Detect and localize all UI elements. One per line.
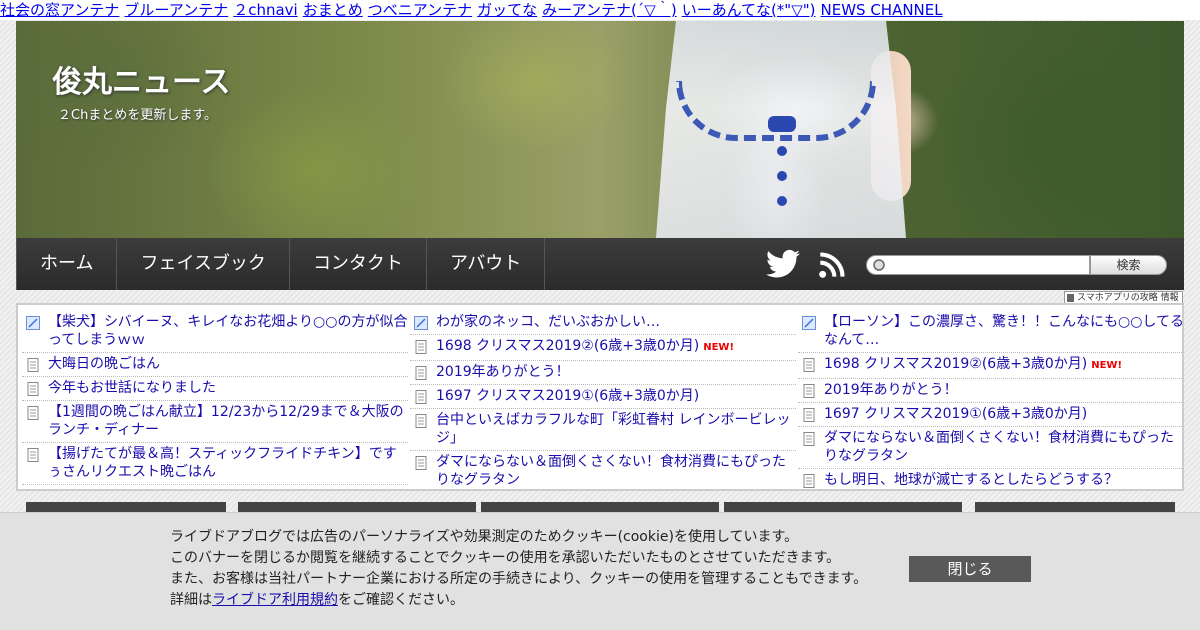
main-nav: ホーム フェイスブック コンタクト アバウト 検索 bbox=[16, 238, 1184, 290]
feed-item[interactable]: 台中といえばカラフルな町「彩虹眷村 レインボービレッジ」 bbox=[410, 409, 796, 451]
cookie-line: また、お客様は当社パートナー企業における所定の手続きにより、クッキーの使用を管理… bbox=[170, 571, 868, 587]
cookie-details-prefix: 詳細は bbox=[170, 592, 212, 608]
feed-item-title: もし明日、地球が滅亡するとしたらどうする？ bbox=[824, 472, 1118, 488]
antenna-link[interactable]: おまとめ bbox=[303, 1, 363, 19]
feed-item-title: わが家のネッコ、だいぶおかしい… bbox=[436, 314, 660, 330]
thumbnail[interactable] bbox=[724, 502, 962, 512]
antenna-link[interactable]: ブルーアンテナ bbox=[124, 1, 228, 19]
header-photo-collar bbox=[676, 81, 876, 141]
thumbnail-strip bbox=[0, 502, 1200, 512]
doc-icon bbox=[26, 382, 40, 396]
search-input[interactable] bbox=[866, 255, 1090, 275]
doc-icon bbox=[802, 408, 816, 422]
feed-item[interactable]: 今年もお世話になりました bbox=[22, 377, 408, 401]
cookie-details-suffix: をご確認ください。 bbox=[338, 592, 464, 608]
feed-item-title: 1697 クリスマス2019①(6歳+3歳0か月) bbox=[824, 406, 1088, 422]
thumbnail[interactable] bbox=[481, 502, 719, 512]
antenna-link[interactable]: ２chnavi bbox=[233, 1, 298, 19]
thumbnail[interactable] bbox=[975, 502, 1175, 512]
doc-icon bbox=[414, 414, 428, 428]
doc-icon bbox=[414, 340, 428, 354]
feed-item[interactable]: もし明日、地球が滅亡するとしたらどうする？ bbox=[798, 469, 1182, 489]
feed-item-title: 【1週間の晩ごはん献立】12/23から12/29まで＆大阪のランチ・ディナー bbox=[48, 404, 404, 438]
feed-item-title: 台中といえばカラフルな町「彩虹眷村 レインボービレッジ」 bbox=[436, 412, 791, 446]
feed-item-title: 【揚げたてが最＆高！スティックフライドチキン】ですぅさんリクエスト晩ごはん bbox=[48, 446, 397, 480]
feed-item-title: 2019年ありがとう！ bbox=[436, 364, 570, 380]
doc-icon bbox=[26, 448, 40, 462]
search-button[interactable]: 検索 bbox=[1090, 255, 1167, 275]
feather-icon bbox=[414, 316, 428, 330]
doc-icon bbox=[414, 456, 428, 470]
antenna-link[interactable]: いーあんてな(*"▽") bbox=[682, 1, 816, 19]
antenna-link[interactable]: 社会の窓アンテナ bbox=[0, 1, 119, 19]
feed-item[interactable]: 1698 クリスマス2019②(6歳+3歳0か月) NEW! bbox=[410, 335, 796, 361]
doc-icon bbox=[26, 358, 40, 372]
cookie-line: ライブドアブログでは広告のパーソナライズや効果測定のためクッキー(cookie)… bbox=[170, 529, 799, 545]
cookie-line: 詳細はライブドア利用規約をご確認ください。 bbox=[170, 590, 867, 611]
feed-item-title: 2019年ありがとう！ bbox=[824, 382, 958, 398]
nav-item-facebook[interactable]: フェイスブック bbox=[117, 238, 290, 290]
feed-item[interactable]: 大晦日の晩ごはん bbox=[22, 353, 408, 377]
feather-icon bbox=[26, 316, 40, 330]
feed-item-title: 【ローソン】この濃厚さ、驚き！！こんなにも○○してるなんて… bbox=[824, 314, 1184, 348]
twitter-icon[interactable] bbox=[766, 249, 800, 279]
thumbnail[interactable] bbox=[238, 502, 476, 512]
feed-item[interactable]: 2019年ありがとう！ bbox=[410, 361, 796, 385]
new-badge: NEW! bbox=[703, 342, 735, 353]
cookie-banner: ライブドアブログでは広告のパーソナライズや効果測定のためクッキー(cookie)… bbox=[0, 512, 1200, 630]
feed-item[interactable]: 【揚げたてが最＆高！スティックフライドチキン】ですぅさんリクエスト晩ごはん bbox=[22, 443, 408, 485]
thumbnail[interactable] bbox=[26, 502, 226, 512]
feed-item[interactable]: 2019年ありがとう！ bbox=[798, 379, 1182, 403]
rss-icon[interactable] bbox=[818, 251, 846, 279]
feed-item[interactable]: ダマにならない＆面倒くさくない！食材消費にもぴったりなグラタン bbox=[410, 451, 796, 489]
cookie-text: ライブドアブログでは広告のパーソナライズや効果測定のためクッキー(cookie)… bbox=[170, 527, 867, 611]
doc-icon bbox=[26, 406, 40, 420]
doc-icon bbox=[802, 358, 816, 372]
feed-item[interactable]: 1697 クリスマス2019①(6歳+3歳0か月) bbox=[410, 385, 796, 409]
doc-icon bbox=[414, 366, 428, 380]
doc-icon bbox=[802, 384, 816, 398]
header-banner: 俊丸ニュース ２Chまとめを更新します。 bbox=[16, 21, 1184, 238]
nav-item-about[interactable]: アバウト bbox=[427, 238, 546, 290]
feed-item[interactable]: 【1週間の晩ごはん献立】12/23から12/29まで＆大阪のランチ・ディナー bbox=[22, 401, 408, 443]
terms-link[interactable]: ライブドア利用規約 bbox=[212, 592, 338, 608]
feed-item[interactable]: 【柴犬】シバイーヌ、キレイなお花畑より○○の方が似合ってしまうｗｗ bbox=[22, 311, 408, 353]
antenna-link-bar: 社会の窓アンテナ ブルーアンテナ ２chnavi おまとめ つべニアンテナ ガッてな みーア… bbox=[0, 0, 1200, 20]
feed-item-title: 1697 クリスマス2019①(6歳+3歳0か月) bbox=[436, 388, 700, 404]
feed-item-title: ダマにならない＆面倒くさくない！食材消費にもぴったりなグラタン bbox=[436, 454, 786, 488]
feed-column-1: 【柴犬】シバイーヌ、キレイなお花畑より○○の方が似合ってしまうｗｗ 大晦日の晩ごは… bbox=[22, 311, 408, 489]
antenna-link[interactable]: みーアンテナ(´▽｀) bbox=[542, 1, 677, 19]
feed-item[interactable]: ダマにならない＆面倒くさくない！食材消費にもぴったりなグラタン bbox=[798, 427, 1182, 469]
antenna-feed-panel: 【柴犬】シバイーヌ、キレイなお花畑より○○の方が似合ってしまうｗｗ 大晦日の晩ごは… bbox=[16, 303, 1184, 491]
feed-item[interactable]: 【ローソン】この濃厚さ、驚き！！こんなにも○○してるなんて… bbox=[798, 311, 1184, 353]
doc-icon bbox=[414, 390, 428, 404]
feed-item-title: 1698 クリスマス2019②(6歳+3歳0か月) bbox=[436, 338, 700, 354]
feed-item-title: 1698 クリスマス2019②(6歳+3歳0か月) bbox=[824, 356, 1088, 372]
antenna-link[interactable]: ガッてな bbox=[477, 1, 537, 19]
feed-item[interactable]: 1698 クリスマス2019②(6歳+3歳0か月) NEW! bbox=[798, 353, 1182, 379]
close-button[interactable]: 閉じる bbox=[909, 556, 1031, 582]
feed-item-title: 大晦日の晩ごはん bbox=[48, 356, 160, 372]
nav-item-contact[interactable]: コンタクト bbox=[290, 238, 427, 290]
search-icon bbox=[873, 259, 885, 271]
feed-column-3: 【ローソン】この濃厚さ、驚き！！こんなにも○○してるなんて… 1698 クリスマス… bbox=[798, 311, 1184, 489]
antenna-link[interactable]: NEWS CHANNEL bbox=[821, 1, 943, 19]
antenna-link[interactable]: つべニアンテナ bbox=[368, 1, 472, 19]
site-title[interactable]: 俊丸ニュース bbox=[52, 57, 231, 101]
feed-column-2: わが家のネッコ、だいぶおかしい… 1698 クリスマス2019②(6歳+3歳0か月… bbox=[410, 311, 796, 489]
nav-item-home[interactable]: ホーム bbox=[16, 238, 118, 290]
feed-item[interactable]: 1697 クリスマス2019①(6歳+3歳0か月) bbox=[798, 403, 1182, 427]
feed-item-title: 今年もお世話になりました bbox=[48, 380, 216, 396]
header-photo-bow bbox=[768, 116, 796, 132]
feather-icon bbox=[802, 316, 816, 330]
feed-item[interactable]: わが家のネッコ、だいぶおかしい… bbox=[410, 311, 796, 335]
doc-icon bbox=[802, 432, 816, 446]
cookie-line: このバナーを閉じるか閲覧を継続することでクッキーの使用を承認いただいたものとさせ… bbox=[170, 550, 841, 566]
new-badge: NEW! bbox=[1091, 360, 1123, 371]
doc-icon bbox=[802, 474, 816, 488]
feed-item-title: 【柴犬】シバイーヌ、キレイなお花畑より○○の方が似合ってしまうｗｗ bbox=[48, 314, 408, 348]
site-description: ２Chまとめを更新します。 bbox=[58, 108, 218, 123]
feed-item-title: ダマにならない＆面倒くさくない！食材消費にもぴったりなグラタン bbox=[824, 430, 1174, 464]
